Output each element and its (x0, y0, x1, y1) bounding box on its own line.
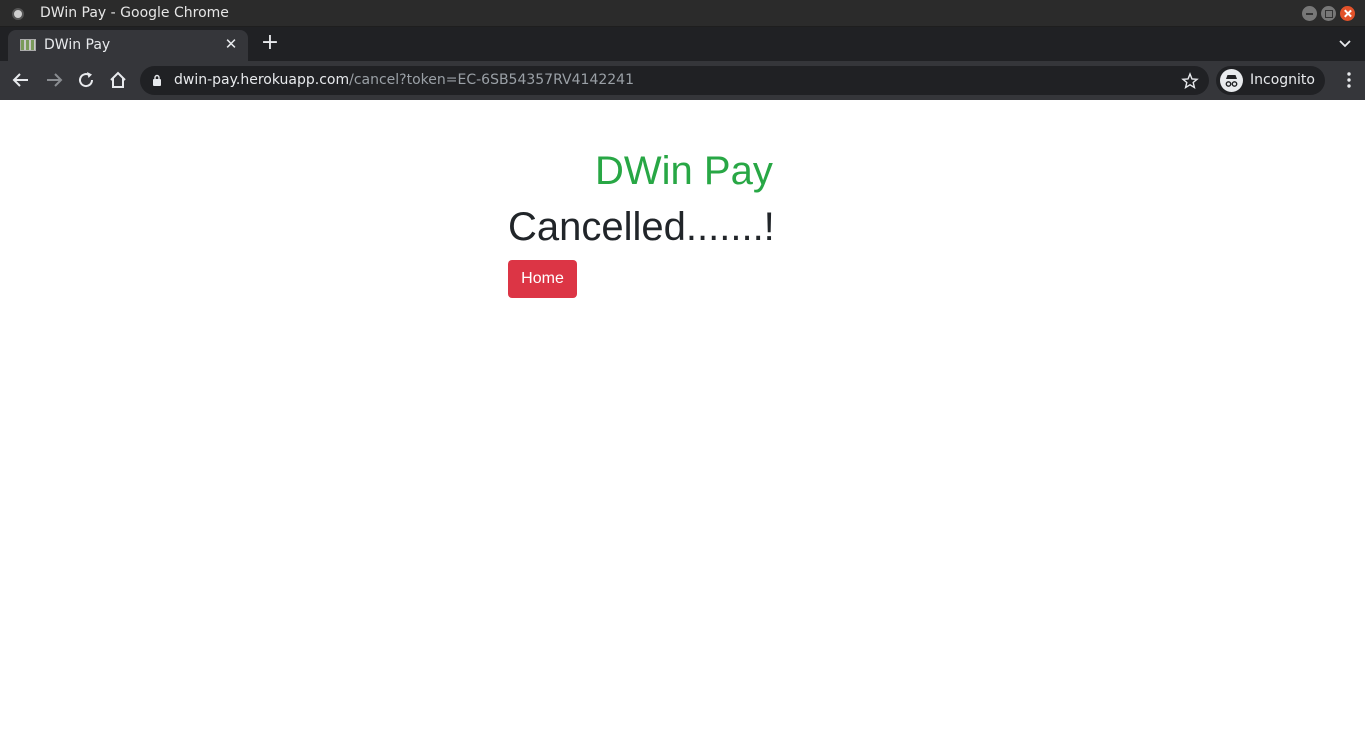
favicon-icon (20, 39, 36, 51)
browser-toolbar: dwin-pay.herokuapp.com/cancel?token=EC-6… (0, 61, 1365, 100)
incognito-profile-button[interactable]: Incognito (1216, 66, 1325, 95)
maximize-button[interactable] (1321, 6, 1336, 21)
window-titlebar: DWin Pay - Google Chrome (0, 0, 1365, 27)
home-button[interactable]: Home (508, 260, 577, 298)
app-icon (12, 8, 24, 20)
tab-dwin-pay[interactable]: DWin Pay ✕ (8, 30, 248, 61)
reload-icon[interactable] (75, 69, 97, 91)
tab-title: DWin Pay (44, 37, 111, 53)
minimize-button[interactable] (1302, 6, 1317, 21)
arrow-right-icon[interactable] (43, 69, 65, 91)
home-icon[interactable] (107, 69, 129, 91)
tab-strip: DWin Pay ✕ + (0, 27, 1365, 61)
lock-icon[interactable] (152, 74, 162, 86)
url-path: /cancel?token=EC-6SB54357RV4142241 (349, 72, 634, 88)
star-icon[interactable] (1181, 72, 1199, 90)
kebab-menu-icon[interactable] (1347, 71, 1351, 89)
incognito-icon (1220, 69, 1243, 92)
status-heading: Cancelled.......! (508, 205, 775, 249)
close-window-button[interactable] (1340, 6, 1355, 21)
arrow-left-icon[interactable] (10, 69, 32, 91)
window-controls (1302, 6, 1355, 21)
brand-title: DWin Pay (595, 149, 773, 193)
close-icon[interactable]: ✕ (222, 35, 240, 53)
chevron-down-icon[interactable] (1337, 35, 1353, 51)
url-host: dwin-pay.herokuapp.com (174, 72, 350, 88)
url-text[interactable]: dwin-pay.herokuapp.com/cancel?token=EC-6… (174, 72, 634, 88)
plus-icon[interactable]: + (258, 31, 282, 55)
incognito-label: Incognito (1250, 72, 1315, 88)
window-title: DWin Pay - Google Chrome (40, 5, 229, 21)
page-content: DWin Pay Cancelled.......! Home (0, 100, 1365, 734)
address-bar[interactable]: dwin-pay.herokuapp.com/cancel?token=EC-6… (140, 66, 1209, 95)
